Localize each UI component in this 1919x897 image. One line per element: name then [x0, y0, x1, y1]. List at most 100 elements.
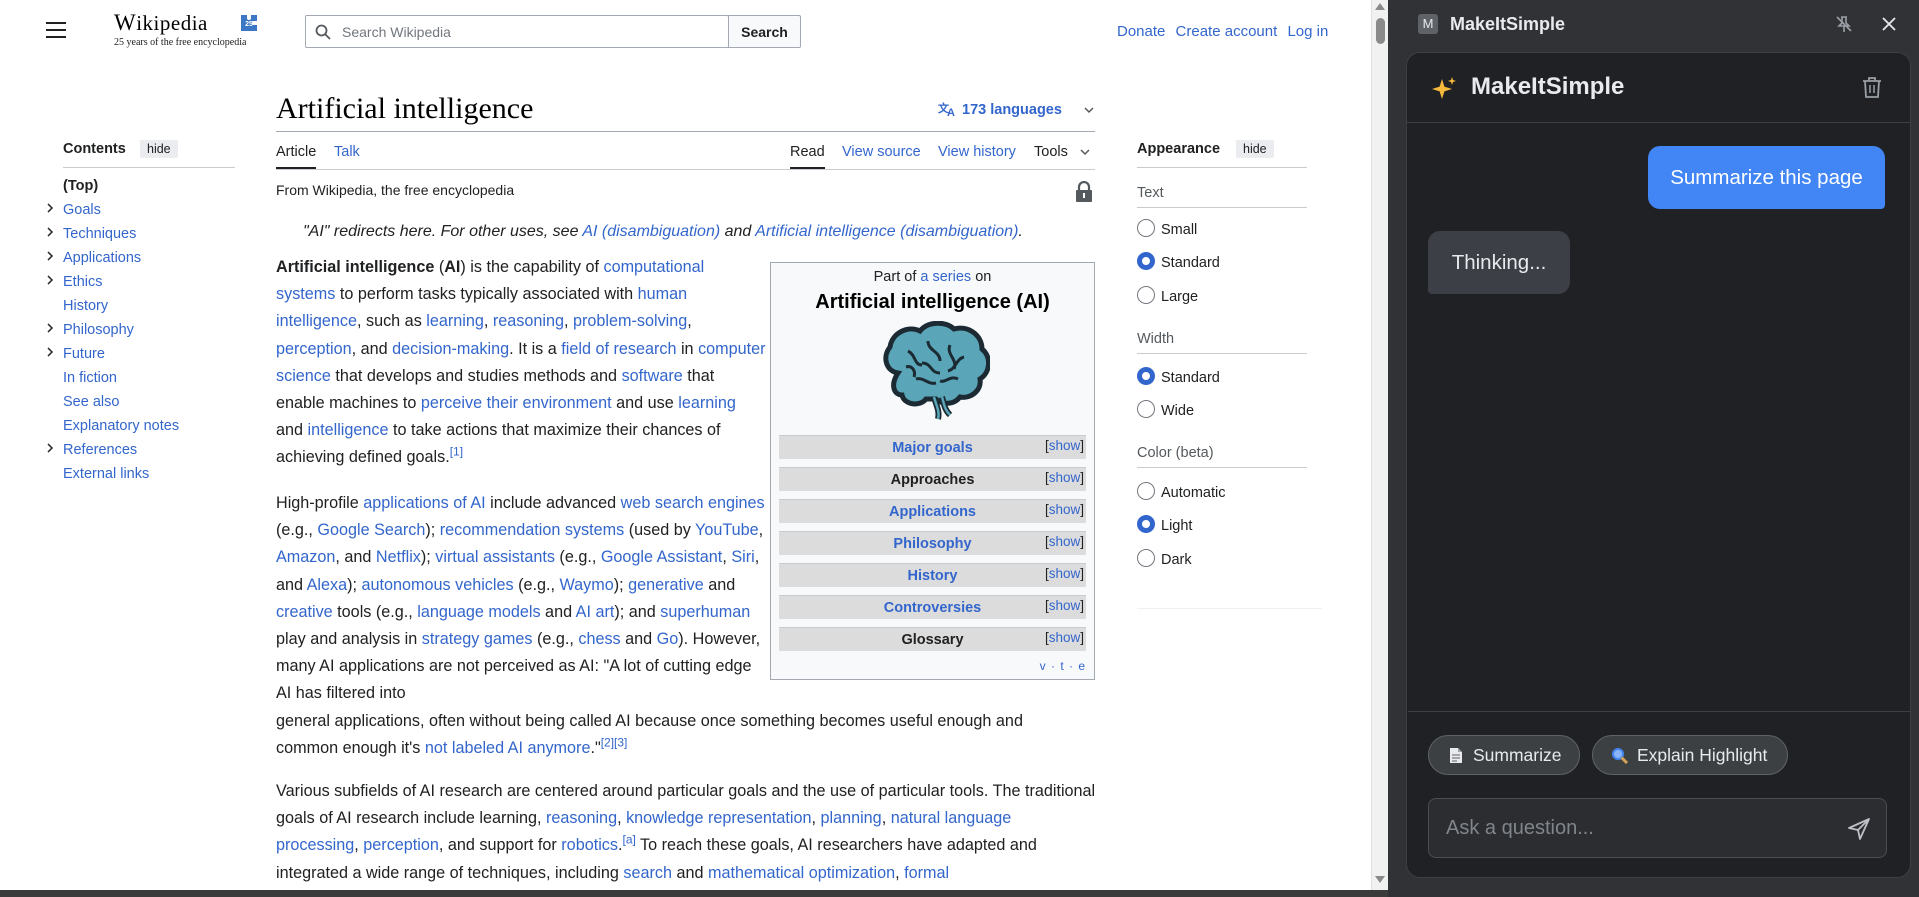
tab-view-source[interactable]: View source [842, 144, 921, 160]
link[interactable]: Siri [731, 548, 754, 566]
link[interactable]: Google Search [317, 521, 425, 539]
search-box[interactable] [305, 15, 729, 48]
explain-highlight-button[interactable]: Explain Highlight [1592, 735, 1788, 775]
toc-item-future[interactable]: Future [47, 346, 105, 362]
infobox-row-label[interactable]: Controversies [779, 600, 1086, 616]
chevron-right-icon[interactable] [45, 323, 55, 333]
link[interactable]: Go [657, 630, 679, 648]
tab-article[interactable]: Article [276, 144, 317, 169]
link[interactable]: strategy games [422, 630, 533, 648]
tools-menu[interactable]: Tools [1034, 144, 1090, 160]
link[interactable]: AI art [576, 603, 615, 621]
link[interactable]: chess [578, 630, 620, 648]
infobox-row-label[interactable]: Philosophy [779, 536, 1086, 552]
link[interactable]: virtual assistants [435, 548, 555, 566]
trash-icon[interactable] [1861, 75, 1883, 99]
link[interactable]: applications of AI [363, 494, 485, 512]
infobox-row-label[interactable]: Major goals [779, 440, 1086, 456]
width-option-standard[interactable]: Standard [1137, 367, 1220, 387]
chevron-right-icon[interactable] [45, 443, 55, 453]
send-icon[interactable] [1847, 817, 1871, 841]
link[interactable]: generative [628, 576, 704, 594]
toc-item-philosophy[interactable]: Philosophy [47, 322, 134, 338]
tab-talk[interactable]: Talk [334, 144, 360, 160]
link[interactable]: not labeled AI anymore [425, 739, 591, 757]
show-toggle[interactable]: [show] [1045, 630, 1084, 645]
chevron-right-icon[interactable] [45, 347, 55, 357]
radio-button[interactable] [1137, 400, 1155, 418]
toc-item-top[interactable]: (Top) [63, 178, 98, 194]
link[interactable]: search [623, 864, 672, 882]
link[interactable]: Netflix [376, 548, 421, 566]
wikipedia-logo[interactable]: Wikipedia 25 25 years of the free encycl… [114, 10, 257, 48]
color-option-light[interactable]: Light [1137, 515, 1192, 535]
link[interactable]: reasoning [493, 312, 564, 330]
create-account-link[interactable]: Create account [1176, 23, 1278, 40]
lock-icon[interactable] [1075, 181, 1093, 203]
toc-item-goals[interactable]: Goals [47, 202, 101, 218]
color-option-dark[interactable]: Dark [1137, 549, 1192, 569]
color-option-automatic[interactable]: Automatic [1137, 482, 1225, 502]
link[interactable]: web search engines [621, 494, 765, 512]
link[interactable]: problem-solving [573, 312, 687, 330]
toc-hide-button[interactable]: hide [140, 140, 178, 158]
toc-item-ethics[interactable]: Ethics [47, 274, 103, 290]
toc-item-history[interactable]: History [63, 298, 108, 314]
radio-button[interactable] [1137, 549, 1155, 567]
radio-button[interactable] [1137, 286, 1155, 304]
radio-button[interactable] [1137, 482, 1155, 500]
toc-item-applications[interactable]: Applications [47, 250, 141, 266]
unpin-icon[interactable] [1834, 14, 1854, 34]
tab-read[interactable]: Read [790, 144, 825, 169]
link[interactable]: language models [417, 603, 540, 621]
ai-disambiguation-link[interactable]: AI (disambiguation) [582, 223, 720, 240]
link[interactable]: Alexa [307, 576, 348, 594]
toc-item-explanatory-notes[interactable]: Explanatory notes [63, 418, 179, 434]
link[interactable]: Amazon [276, 548, 335, 566]
link[interactable]: reasoning [546, 809, 617, 827]
toc-item-techniques[interactable]: Techniques [47, 226, 136, 242]
link[interactable]: intelligence [308, 421, 389, 439]
search-input[interactable] [342, 16, 722, 47]
link[interactable]: learning [426, 312, 484, 330]
radio-button[interactable] [1137, 515, 1155, 533]
link[interactable]: knowledge representation [626, 809, 811, 827]
link[interactable]: robotics [561, 836, 618, 854]
width-option-wide[interactable]: Wide [1137, 400, 1194, 420]
link[interactable]: creative [276, 603, 333, 621]
question-box[interactable] [1428, 798, 1887, 858]
search-button[interactable]: Search [728, 15, 801, 48]
toc-item-see-also[interactable]: See also [63, 394, 119, 410]
text-option-large[interactable]: Large [1137, 286, 1198, 306]
log-in-link[interactable]: Log in [1287, 23, 1328, 40]
main-menu-button[interactable] [46, 22, 66, 38]
show-toggle[interactable]: [show] [1045, 598, 1084, 613]
chevron-right-icon[interactable] [45, 203, 55, 213]
scroll-up-arrow[interactable] [1375, 3, 1385, 10]
close-icon[interactable] [1880, 15, 1898, 33]
summarize-button[interactable]: Summarize [1428, 735, 1580, 775]
chevron-right-icon[interactable] [45, 251, 55, 261]
citation[interactable]: [1] [450, 445, 463, 459]
link[interactable]: autonomous vehicles [362, 576, 514, 594]
link[interactable]: perception [276, 340, 352, 358]
radio-button[interactable] [1137, 219, 1155, 237]
show-toggle[interactable]: [show] [1045, 534, 1084, 549]
link[interactable]: learning [678, 394, 736, 412]
question-input[interactable] [1446, 799, 1826, 857]
link[interactable]: decision-making [392, 340, 509, 358]
link[interactable]: field of research [561, 340, 676, 358]
appearance-hide-button[interactable]: hide [1236, 140, 1274, 158]
toc-item-external-links[interactable]: External links [63, 466, 149, 482]
link[interactable]: perceive their environment [421, 394, 612, 412]
link[interactable]: software [622, 367, 683, 385]
chevron-right-icon[interactable] [45, 275, 55, 285]
show-toggle[interactable]: [show] [1045, 502, 1084, 517]
link[interactable]: formal [904, 864, 949, 882]
text-option-standard[interactable]: Standard [1137, 252, 1220, 272]
text-option-small[interactable]: Small [1137, 219, 1197, 239]
infobox-row-label[interactable]: Applications [779, 504, 1086, 520]
scroll-thumb[interactable] [1376, 18, 1385, 44]
radio-button[interactable] [1137, 252, 1155, 270]
link[interactable]: superhuman [660, 603, 750, 621]
